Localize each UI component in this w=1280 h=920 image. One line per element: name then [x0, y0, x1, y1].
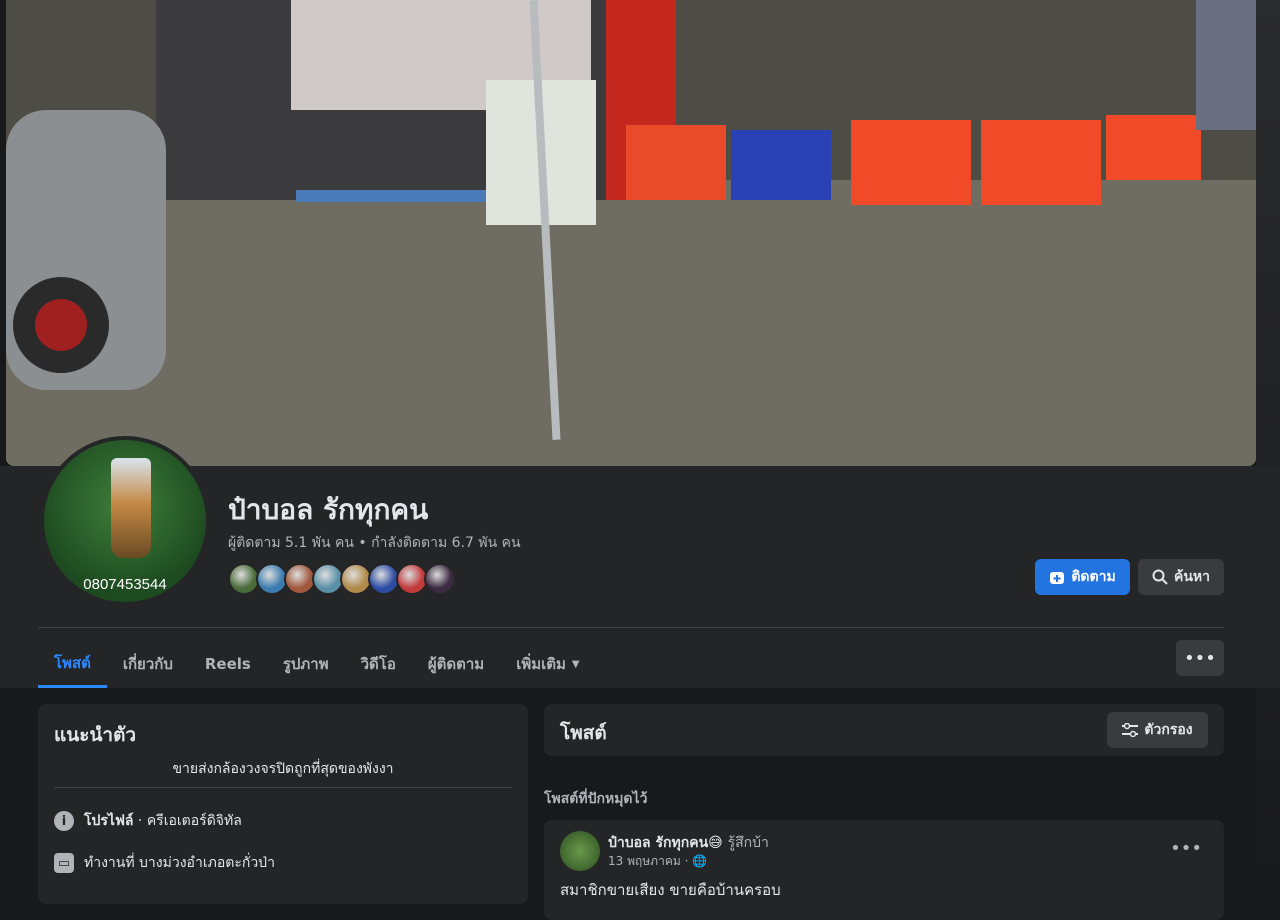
post-author-avatar[interactable] — [560, 831, 600, 871]
intro-card: แนะนำตัว ขายส่งกล้องวงจรปิดถูกที่สุดของพ… — [38, 704, 528, 904]
follower-stats[interactable]: ผู้ติดตาม 5.1 พัน คน • กำลังติดตาม 6.7 พ… — [228, 532, 521, 554]
search-button[interactable]: ค้นหา — [1138, 559, 1224, 595]
tab-reels[interactable]: Reels — [189, 640, 267, 688]
page-title[interactable]: ป๋าบอล รักทุกคน — [228, 488, 428, 532]
tab-label: เพิ่มเติม — [516, 655, 566, 673]
intro-title: แนะนำตัว — [54, 724, 137, 746]
follow-button-label: ติดตาม — [1071, 569, 1116, 585]
pinned-posts-label: โพสต์ที่ปักหมุดไว้ — [544, 791, 648, 807]
profile-tabs: โพสต์ เกี่ยวกับ Reels รูปภาพ วิดีโอ ผู้ต… — [38, 640, 596, 688]
info-icon: i — [54, 811, 74, 831]
posts-title: โพสต์ — [560, 722, 607, 744]
posts-header: โพสต์ ตัวกรอง — [544, 704, 1224, 756]
pinned-post: ป๋าบอล รักทุกคน😅 รู้สึกบ้า 13 พฤษภาคม · … — [544, 820, 1224, 920]
avatar-drink-graphic — [111, 458, 151, 558]
tab-videos[interactable]: วิดีโอ — [345, 640, 412, 688]
filter-button[interactable]: ตัวกรอง — [1107, 712, 1208, 748]
tab-label: เกี่ยวกับ — [122, 655, 173, 673]
intro-divider — [54, 787, 512, 788]
intro-work-row: ▭ ทำงานที่ บางม่วงอำเภอตะกั่วป่า — [54, 852, 275, 874]
tab-more[interactable]: เพิ่มเติม ▼ — [500, 640, 595, 688]
header-divider — [38, 627, 1224, 628]
post-timestamp-line: 13 พฤษภาคม · 🌐 — [608, 852, 707, 871]
post-text: สมาชิกขายเสียง ขายคือบ้านครอบ — [560, 881, 781, 899]
avatar-phone-text: 0807453544 — [83, 576, 167, 593]
tab-label: รูปภาพ — [282, 655, 329, 673]
intro-bio: ขายส่งกล้องวงจรปิดถูกที่สุดของพังงา — [172, 761, 394, 777]
profile-avatar[interactable]: 0807453544 — [40, 436, 210, 606]
search-icon — [1152, 569, 1168, 585]
intro-work-text: ทำงานที่ บางม่วงอำเภอตะกั่วป่า — [84, 855, 275, 871]
post-feeling: รู้สึกบ้า — [727, 835, 769, 851]
post-author-line: ป๋าบอล รักทุกคน😅 รู้สึกบ้า — [608, 832, 769, 854]
ellipsis-icon: ••• — [1170, 838, 1202, 859]
tab-label: Reels — [204, 655, 251, 673]
cover-scene — [6, 0, 1256, 466]
briefcase-icon: ▭ — [54, 853, 74, 873]
post-author-name[interactable]: ป๋าบอล รักทุกคน😅 — [608, 835, 723, 851]
intro-profile-label[interactable]: โปรไฟล์ — [84, 813, 133, 829]
window-edge — [1256, 0, 1280, 889]
ellipsis-icon: ••• — [1184, 647, 1216, 669]
follow-button[interactable]: ติดตาม — [1035, 559, 1130, 595]
intro-profile-row: i โปรไฟล์ · ครีเอเตอร์ดิจิทัล — [54, 810, 242, 832]
intro-profile-type: · ครีเอเตอร์ดิจิทัล — [133, 813, 242, 829]
follower-avatar[interactable] — [424, 563, 456, 595]
filter-button-label: ตัวกรอง — [1144, 722, 1193, 738]
caret-down-icon: ▼ — [571, 658, 580, 670]
follower-avatars[interactable] — [228, 563, 456, 595]
globe-icon: 🌐 — [692, 854, 708, 868]
follow-icon — [1050, 572, 1065, 584]
tab-followers[interactable]: ผู้ติดตาม — [412, 640, 500, 688]
tab-photos[interactable]: รูปภาพ — [267, 640, 345, 688]
tab-posts[interactable]: โพสต์ — [38, 640, 107, 688]
tab-about[interactable]: เกี่ยวกับ — [107, 640, 189, 688]
tab-label: วิดีโอ — [360, 655, 396, 673]
filter-icon — [1122, 723, 1139, 737]
tab-label: ผู้ติดตาม — [427, 655, 485, 673]
tab-label: โพสต์ — [54, 653, 91, 672]
search-button-label: ค้นหา — [1173, 569, 1211, 585]
post-options-button[interactable]: ••• — [1170, 838, 1202, 859]
post-date[interactable]: 13 พฤษภาคม · — [608, 854, 688, 868]
cover-photo[interactable] — [6, 0, 1256, 466]
more-options-button[interactable]: ••• — [1176, 640, 1224, 676]
